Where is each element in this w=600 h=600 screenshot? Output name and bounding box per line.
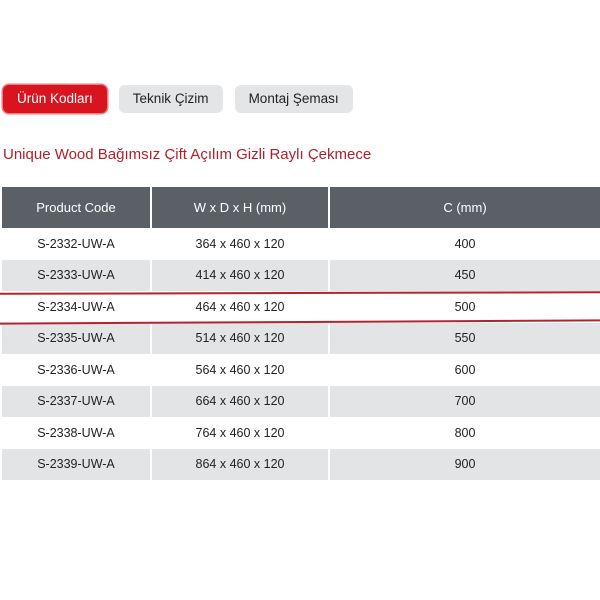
cell-dimensions: 464 x 460 x 120 bbox=[151, 291, 330, 323]
tab-teknik-cizim[interactable]: Teknik Çizim bbox=[118, 85, 223, 113]
cell-product-code: S-2336-UW-A bbox=[2, 354, 152, 386]
cell-c-mm: 550 bbox=[329, 322, 600, 354]
cell-product-code: S-2338-UW-A bbox=[2, 417, 152, 449]
cell-dimensions: 364 x 460 x 120 bbox=[151, 228, 330, 260]
cell-c-mm: 400 bbox=[329, 228, 600, 260]
table-row-highlighted: S-2334-UW-A 464 x 460 x 120 500 bbox=[2, 291, 600, 323]
cell-c-mm: 700 bbox=[329, 385, 600, 417]
cell-c-mm: 800 bbox=[329, 417, 600, 449]
table-row: S-2339-UW-A 864 x 460 x 120 900 bbox=[2, 448, 600, 480]
header-dimensions: W x D x H (mm) bbox=[151, 187, 330, 228]
cell-c-mm: 900 bbox=[329, 448, 600, 480]
tab-bar: Ürün Kodları Teknik Çizim Montaj Şeması bbox=[3, 85, 353, 113]
product-title: Unique Wood Bağımsız Çift Açılım Gizli R… bbox=[3, 146, 372, 163]
cell-c-mm: 450 bbox=[329, 259, 600, 291]
table-row: S-2333-UW-A 414 x 460 x 120 450 bbox=[2, 259, 600, 291]
cell-product-code: S-2339-UW-A bbox=[2, 448, 152, 480]
cell-dimensions: 864 x 460 x 120 bbox=[151, 448, 330, 480]
cell-dimensions: 764 x 460 x 120 bbox=[151, 417, 330, 449]
table-row: S-2335-UW-A 514 x 460 x 120 550 bbox=[2, 322, 600, 354]
cell-dimensions: 514 x 460 x 120 bbox=[151, 322, 330, 354]
cell-product-code: S-2334-UW-A bbox=[2, 291, 152, 323]
product-table: Product Code W x D x H (mm) C (mm) S-233… bbox=[2, 187, 600, 480]
table-row: S-2337-UW-A 664 x 460 x 120 700 bbox=[2, 385, 600, 417]
cell-dimensions: 664 x 460 x 120 bbox=[151, 385, 330, 417]
tab-urun-kodlari[interactable]: Ürün Kodları bbox=[3, 85, 107, 113]
cell-dimensions: 564 x 460 x 120 bbox=[151, 354, 330, 386]
cell-dimensions: 414 x 460 x 120 bbox=[151, 259, 330, 291]
cell-product-code: S-2337-UW-A bbox=[2, 385, 152, 417]
table-row: S-2336-UW-A 564 x 460 x 120 600 bbox=[2, 354, 600, 386]
cell-product-code: S-2332-UW-A bbox=[2, 228, 152, 260]
header-c-mm: C (mm) bbox=[329, 187, 600, 228]
tab-montaj-semasi[interactable]: Montaj Şeması bbox=[234, 85, 353, 113]
header-product-code: Product Code bbox=[2, 187, 152, 228]
cell-product-code: S-2333-UW-A bbox=[2, 259, 152, 291]
cell-product-code: S-2335-UW-A bbox=[2, 322, 152, 354]
table-row: S-2332-UW-A 364 x 460 x 120 400 bbox=[2, 228, 600, 260]
cell-c-mm: 600 bbox=[329, 354, 600, 386]
cell-c-mm: 500 bbox=[329, 291, 600, 323]
table-row: S-2338-UW-A 764 x 460 x 120 800 bbox=[2, 417, 600, 449]
table-header-row: Product Code W x D x H (mm) C (mm) bbox=[2, 187, 600, 228]
page: Ürün Kodları Teknik Çizim Montaj Şeması … bbox=[0, 0, 600, 600]
